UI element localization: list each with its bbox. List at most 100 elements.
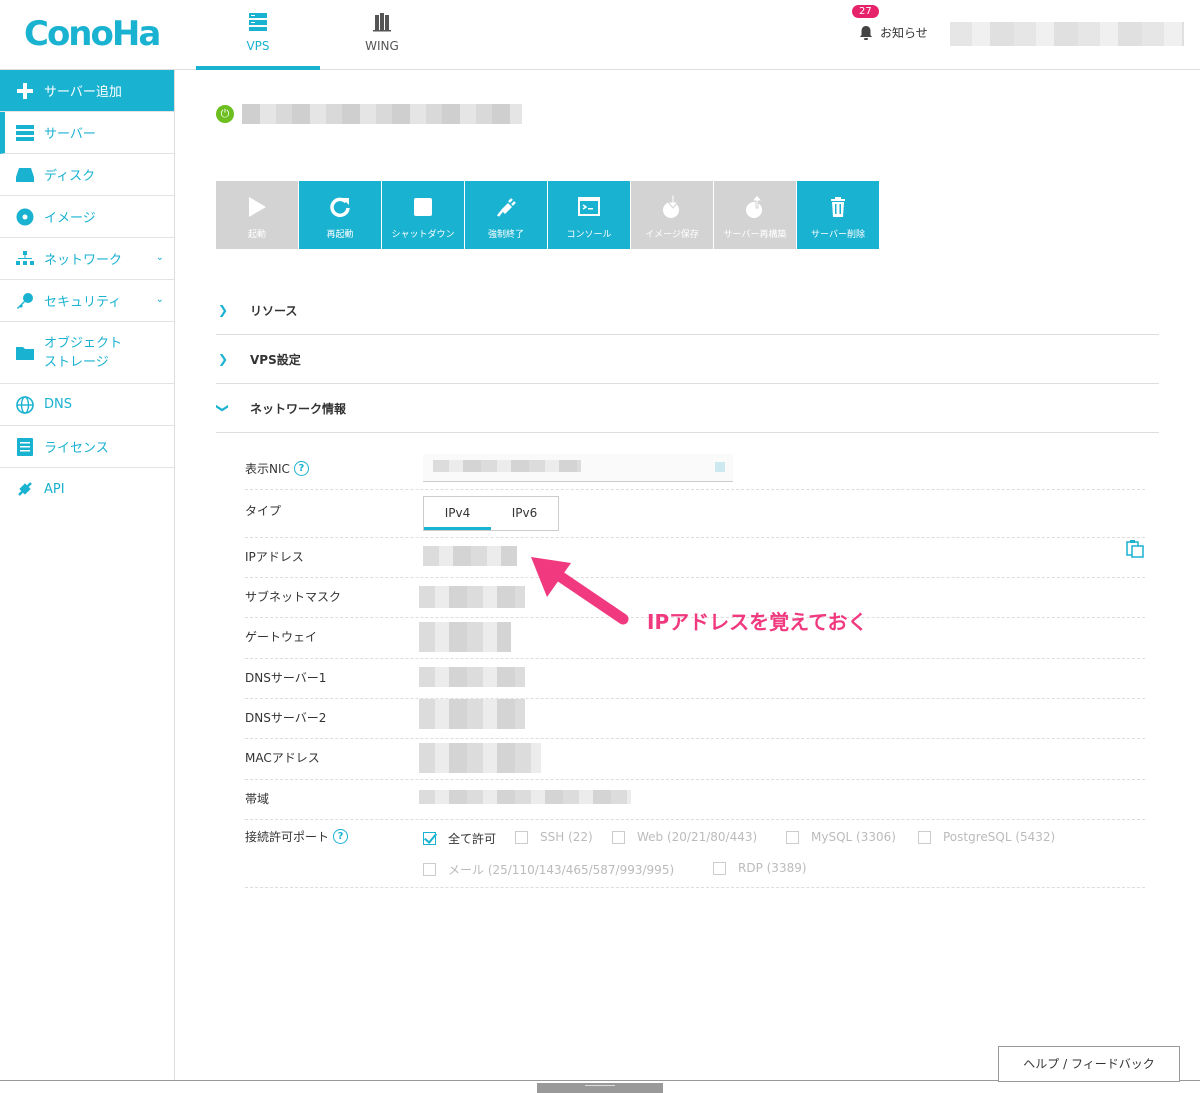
- wing-books-icon: [373, 13, 391, 32]
- row-mac-address: MACアドレス: [245, 739, 1145, 780]
- gateway-label: ゲートウェイ: [245, 630, 318, 644]
- copy-clipboard-icon[interactable]: [1126, 540, 1144, 558]
- port-label: RDP (3389): [738, 861, 807, 875]
- shutdown-button[interactable]: シャットダウン: [382, 181, 464, 249]
- subnet-mask-label: サブネットマスク: [245, 590, 342, 604]
- sidebar-item-api[interactable]: API: [0, 468, 174, 510]
- port-checkbox-mail[interactable]: メール (25/110/143/465/587/993/995): [423, 861, 674, 878]
- help-icon[interactable]: ?: [293, 461, 309, 476]
- row-nic: 表示NIC ?: [245, 454, 1145, 490]
- accordion-vps-settings[interactable]: ❯ VPS設定: [216, 335, 1159, 384]
- checkbox-checked-icon: [423, 832, 436, 845]
- dns2-label: DNSサーバー2: [245, 711, 327, 725]
- checkbox-icon: [918, 830, 931, 844]
- port-checkbox-mysql[interactable]: MySQL (3306): [786, 830, 896, 844]
- sidebar-item-label: セキュリティ: [44, 295, 122, 310]
- server-name-blurred: [242, 104, 522, 124]
- gateway-value-blurred[interactable]: [419, 622, 511, 652]
- chevron-down-icon: ⌄: [155, 252, 164, 263]
- dns1-value-blurred[interactable]: [419, 667, 525, 687]
- tab-ipv6[interactable]: IPv6: [491, 497, 558, 530]
- row-dns1: DNSサーバー1: [245, 659, 1145, 699]
- force-stop-button-label: 強制終了: [487, 230, 524, 240]
- mac-address-value-blurred[interactable]: [419, 743, 541, 773]
- sidebar-item-label: サーバー追加: [44, 85, 122, 100]
- tab-vps[interactable]: VPS: [196, 0, 320, 70]
- subnet-mask-value-blurred[interactable]: [419, 586, 525, 608]
- chevron-right-icon: ❯: [218, 352, 229, 366]
- rebuild-icon: [746, 195, 764, 218]
- sidebar-item-disk[interactable]: ディスク: [0, 154, 174, 196]
- server-stack-icon: [249, 13, 267, 31]
- sidebar-item-dns[interactable]: DNS: [0, 384, 174, 426]
- sidebar-item-object-storage[interactable]: オブジェクト ストレージ: [0, 322, 174, 384]
- console-button[interactable]: コンソール: [548, 181, 630, 249]
- tab-ipv4[interactable]: IPv4: [424, 497, 491, 530]
- sidebar-item-network[interactable]: ネットワーク ⌄: [0, 238, 174, 280]
- port-checkbox-web[interactable]: Web (20/21/80/443): [612, 830, 757, 844]
- disk-icon: [16, 166, 34, 184]
- sidebar-item-add-server[interactable]: サーバー追加: [0, 70, 174, 112]
- rebuild-server-button[interactable]: サーバー再構築: [714, 181, 796, 249]
- bandwidth-value-blurred: [419, 790, 631, 804]
- sidebar-item-image[interactable]: イメージ: [0, 196, 174, 238]
- accordion-network-info[interactable]: ❯ ネットワーク情報: [216, 384, 1159, 433]
- sidebar-item-label: ライセンス: [44, 441, 109, 456]
- server-name-header: ⏻: [216, 104, 522, 124]
- ip-version-tabs: IPv4 IPv6: [423, 496, 559, 531]
- force-stop-button[interactable]: 強制終了: [465, 181, 547, 249]
- dns2-value-blurred[interactable]: [419, 699, 525, 729]
- type-label: タイプ: [245, 504, 282, 518]
- start-button-label: 起動: [247, 230, 266, 240]
- checkbox-icon: [612, 830, 625, 844]
- license-list-icon: [16, 437, 34, 456]
- delete-server-button[interactable]: サーバー削除: [797, 181, 879, 249]
- help-feedback-button[interactable]: ヘルプ / フィードバック: [998, 1046, 1180, 1082]
- annotation-arrow-icon: [531, 557, 629, 625]
- notice-count-badge: 27: [852, 5, 879, 18]
- port-checkbox-all[interactable]: 全て許可: [423, 830, 496, 847]
- port-label: SSH (22): [540, 830, 593, 844]
- server-action-toolbar: 起動 再起動 シャットダウン 強制終了 コンソール イメージ保存 サーバー再構築…: [216, 181, 880, 249]
- tab-wing-label: WING: [365, 39, 399, 53]
- trash-icon: [831, 197, 845, 217]
- bottom-drawer-handle[interactable]: [537, 1083, 663, 1093]
- nic-label-wrap: 表示NIC ?: [245, 460, 309, 477]
- nic-select[interactable]: [423, 454, 733, 482]
- sidebar-item-label: サーバー: [44, 127, 96, 142]
- sidebar-item-server[interactable]: サーバー: [0, 112, 174, 154]
- sidebar-item-license[interactable]: ライセンス: [0, 426, 174, 468]
- row-bandwidth: 帯域: [245, 780, 1145, 820]
- server-icon: [16, 124, 34, 142]
- notice-button[interactable]: お知らせ: [858, 24, 928, 41]
- ports-label-wrap: 接続許可ポート ?: [245, 828, 349, 845]
- notice-label: お知らせ: [880, 26, 928, 40]
- conoha-logo[interactable]: ConoHa: [24, 14, 161, 54]
- checkbox-icon: [713, 861, 726, 875]
- help-icon[interactable]: ?: [333, 829, 349, 844]
- port-checkbox-rdp[interactable]: RDP (3389): [713, 861, 807, 875]
- network-tree-icon: [16, 250, 34, 268]
- restart-button[interactable]: 再起動: [299, 181, 381, 249]
- nic-value-blurred: [433, 460, 581, 472]
- checkbox-icon: [515, 830, 528, 844]
- start-button[interactable]: 起動: [216, 181, 298, 249]
- key-icon: [16, 292, 34, 310]
- save-image-button-label: イメージ保存: [645, 230, 699, 240]
- rebuild-server-button-label: サーバー再構築: [723, 230, 787, 240]
- port-checkbox-postgresql[interactable]: PostgreSQL (5432): [918, 830, 1055, 844]
- console-icon: [578, 197, 600, 216]
- checkbox-icon: [786, 830, 799, 844]
- ip-address-value-blurred[interactable]: [423, 546, 517, 566]
- tab-wing[interactable]: WING: [320, 0, 444, 70]
- power-on-icon: ⏻: [216, 105, 234, 123]
- delete-server-button-label: サーバー削除: [811, 230, 865, 240]
- save-image-button[interactable]: イメージ保存: [631, 181, 713, 249]
- sidebar-item-security[interactable]: セキュリティ ⌄: [0, 280, 174, 322]
- accordion-resources[interactable]: ❯ リソース: [216, 286, 1159, 335]
- port-checkbox-ssh[interactable]: SSH (22): [515, 830, 593, 844]
- image-disc-icon: [16, 208, 34, 226]
- logo-text: ConoHa: [24, 14, 161, 54]
- user-account-blurred[interactable]: [950, 22, 1184, 46]
- plus-icon: [16, 82, 34, 100]
